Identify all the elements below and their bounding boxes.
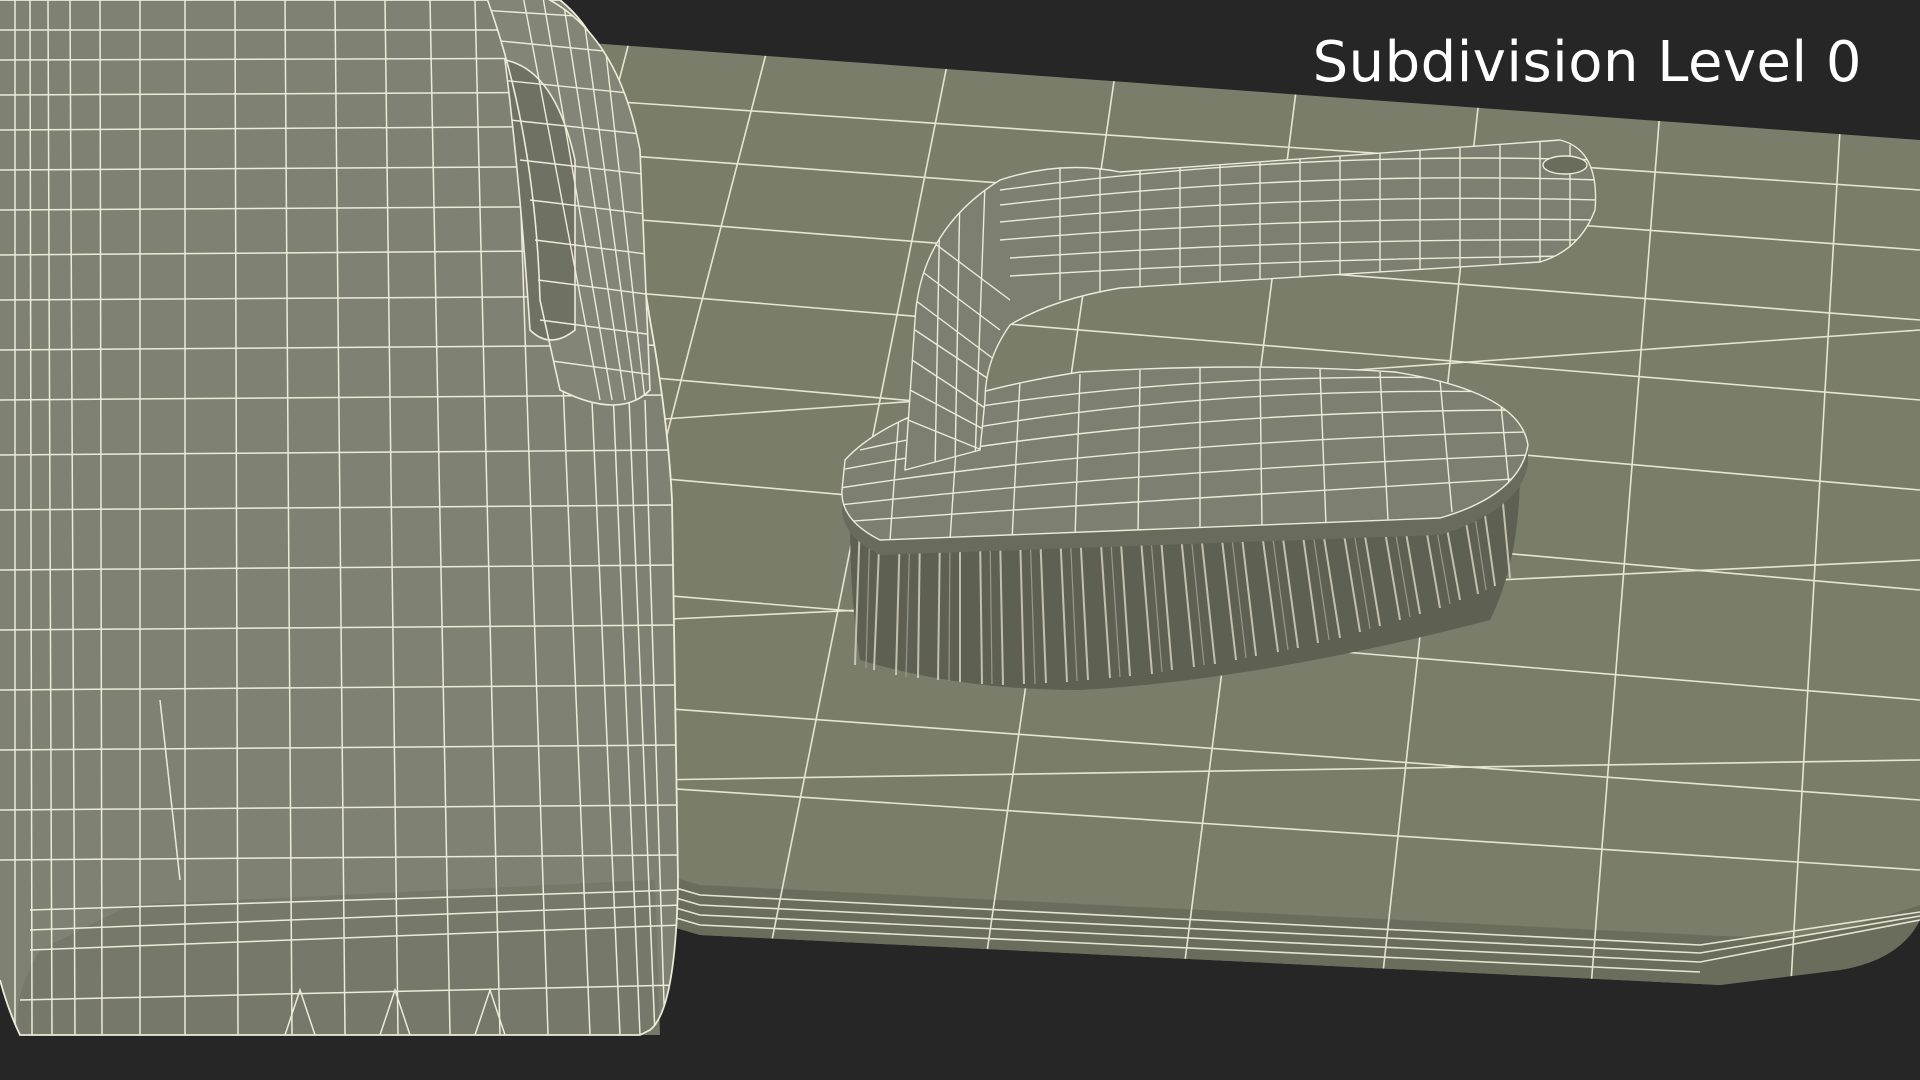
subdivision-level-label: Subdivision Level 0 — [1312, 30, 1862, 95]
wireframe-scene — [0, 0, 1920, 1080]
scrub-brush — [841, 139, 1597, 690]
render-viewport: Subdivision Level 0 — [0, 0, 1920, 1080]
